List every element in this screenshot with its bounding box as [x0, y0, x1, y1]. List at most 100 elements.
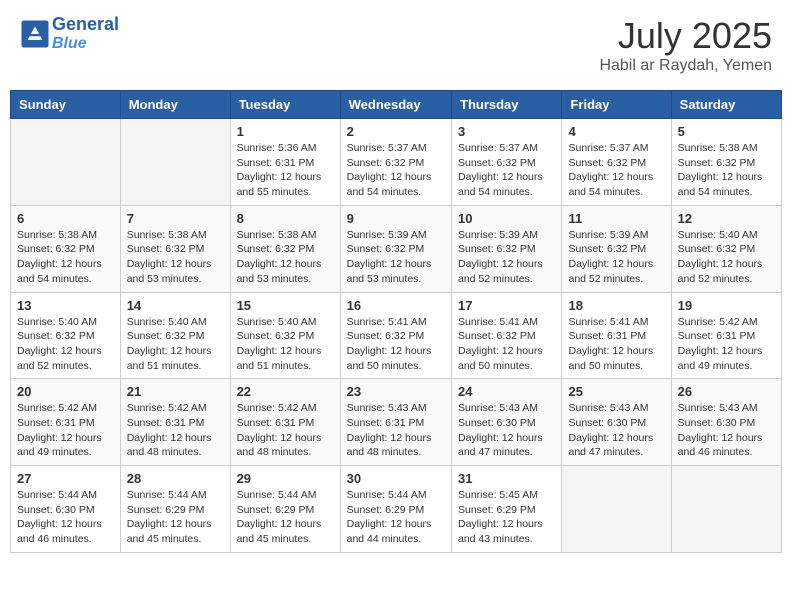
month-title: July 2025	[599, 15, 772, 57]
day-info: Sunrise: 5:42 AMSunset: 6:31 PMDaylight:…	[17, 401, 114, 460]
calendar-header-row: SundayMondayTuesdayWednesdayThursdayFrid…	[11, 91, 782, 119]
calendar-cell: 17 Sunrise: 5:41 AMSunset: 6:32 PMDayligh…	[452, 292, 562, 379]
title-area: July 2025 Habil ar Raydah, Yemen	[599, 15, 772, 75]
location: Habil ar Raydah, Yemen	[599, 57, 772, 75]
day-info: Sunrise: 5:39 AMSunset: 6:32 PMDaylight:…	[458, 228, 555, 287]
day-info: Sunrise: 5:39 AMSunset: 6:32 PMDaylight:…	[347, 228, 445, 287]
logo-line2: Blue	[52, 35, 119, 53]
day-info: Sunrise: 5:39 AMSunset: 6:32 PMDaylight:…	[568, 228, 664, 287]
day-info: Sunrise: 5:43 AMSunset: 6:30 PMDaylight:…	[568, 401, 664, 460]
calendar-cell	[671, 466, 781, 553]
day-info: Sunrise: 5:44 AMSunset: 6:29 PMDaylight:…	[127, 488, 224, 547]
day-number: 24	[458, 384, 555, 399]
day-info: Sunrise: 5:42 AMSunset: 6:31 PMDaylight:…	[127, 401, 224, 460]
calendar-cell: 4Sunrise: 5:37 AMSunset: 6:32 PMDaylight…	[562, 119, 671, 206]
calendar-cell	[11, 119, 121, 206]
calendar-cell: 29 Sunrise: 5:44 AMSunset: 6:29 PMDayligh…	[230, 466, 340, 553]
calendar-cell: 18 Sunrise: 5:41 AMSunset: 6:31 PMDayligh…	[562, 292, 671, 379]
calendar-week-row: 27 Sunrise: 5:44 AMSunset: 6:30 PMDayligh…	[11, 466, 782, 553]
day-number: 26	[678, 384, 775, 399]
calendar-cell: 10Sunrise: 5:39 AMSunset: 6:32 PMDayligh…	[452, 205, 562, 292]
calendar-cell	[562, 466, 671, 553]
day-number: 14	[127, 298, 224, 313]
day-info: Sunrise: 5:42 AMSunset: 6:31 PMDaylight:…	[678, 315, 775, 374]
day-info: Sunrise: 5:41 AMSunset: 6:32 PMDaylight:…	[458, 315, 555, 374]
day-number: 20	[17, 384, 114, 399]
day-header-sunday: Sunday	[11, 91, 121, 119]
day-number: 16	[347, 298, 445, 313]
calendar-cell: 23 Sunrise: 5:43 AMSunset: 6:31 PMDayligh…	[340, 379, 451, 466]
day-number: 6	[17, 211, 114, 226]
day-info: Sunrise: 5:43 AMSunset: 6:31 PMDaylight:…	[347, 401, 445, 460]
calendar-cell: 8Sunrise: 5:38 AMSunset: 6:32 PMDaylight…	[230, 205, 340, 292]
logo-icon	[20, 19, 50, 49]
day-info: Sunrise: 5:38 AMSunset: 6:32 PMDaylight:…	[127, 228, 224, 287]
day-number: 23	[347, 384, 445, 399]
calendar-week-row: 20 Sunrise: 5:42 AMSunset: 6:31 PMDayligh…	[11, 379, 782, 466]
day-number: 15	[237, 298, 334, 313]
calendar-cell: 7 Sunrise: 5:38 AMSunset: 6:32 PMDaylight…	[120, 205, 230, 292]
day-header-tuesday: Tuesday	[230, 91, 340, 119]
day-info: Sunrise: 5:40 AMSunset: 6:32 PMDaylight:…	[17, 315, 114, 374]
day-header-friday: Friday	[562, 91, 671, 119]
day-number: 29	[237, 471, 334, 486]
day-info: Sunrise: 5:38 AMSunset: 6:32 PMDaylight:…	[237, 228, 334, 287]
day-number: 31	[458, 471, 555, 486]
logo: General Blue	[20, 15, 119, 52]
calendar-cell: 25 Sunrise: 5:43 AMSunset: 6:30 PMDayligh…	[562, 379, 671, 466]
day-info: Sunrise: 5:44 AMSunset: 6:30 PMDaylight:…	[17, 488, 114, 547]
calendar-cell: 12 Sunrise: 5:40 AMSunset: 6:32 PMDayligh…	[671, 205, 781, 292]
day-info: Sunrise: 5:38 AMSunset: 6:32 PMDaylight:…	[678, 141, 775, 200]
day-number: 12	[678, 211, 775, 226]
calendar-cell: 1Sunrise: 5:36 AMSunset: 6:31 PMDaylight…	[230, 119, 340, 206]
calendar-week-row: 13 Sunrise: 5:40 AMSunset: 6:32 PMDayligh…	[11, 292, 782, 379]
day-number: 2	[347, 124, 445, 139]
calendar-cell: 31 Sunrise: 5:45 AMSunset: 6:29 PMDayligh…	[452, 466, 562, 553]
logo-text: General Blue	[52, 15, 119, 52]
calendar-cell: 11Sunrise: 5:39 AMSunset: 6:32 PMDayligh…	[562, 205, 671, 292]
day-number: 13	[17, 298, 114, 313]
calendar-cell: 24 Sunrise: 5:43 AMSunset: 6:30 PMDayligh…	[452, 379, 562, 466]
day-info: Sunrise: 5:45 AMSunset: 6:29 PMDaylight:…	[458, 488, 555, 547]
calendar-table: SundayMondayTuesdayWednesdayThursdayFrid…	[10, 90, 782, 553]
day-info: Sunrise: 5:41 AMSunset: 6:31 PMDaylight:…	[568, 315, 664, 374]
calendar-cell: 3Sunrise: 5:37 AMSunset: 6:32 PMDaylight…	[452, 119, 562, 206]
day-number: 28	[127, 471, 224, 486]
calendar-cell: 21 Sunrise: 5:42 AMSunset: 6:31 PMDayligh…	[120, 379, 230, 466]
day-number: 27	[17, 471, 114, 486]
calendar-cell: 5 Sunrise: 5:38 AMSunset: 6:32 PMDaylight…	[671, 119, 781, 206]
day-number: 19	[678, 298, 775, 313]
calendar-week-row: 6 Sunrise: 5:38 AMSunset: 6:32 PMDaylight…	[11, 205, 782, 292]
day-header-thursday: Thursday	[452, 91, 562, 119]
day-number: 17	[458, 298, 555, 313]
page-header: General Blue July 2025 Habil ar Raydah, …	[10, 10, 782, 80]
day-info: Sunrise: 5:40 AMSunset: 6:32 PMDaylight:…	[678, 228, 775, 287]
day-number: 18	[568, 298, 664, 313]
day-number: 25	[568, 384, 664, 399]
day-header-wednesday: Wednesday	[340, 91, 451, 119]
day-info: Sunrise: 5:40 AMSunset: 6:32 PMDaylight:…	[237, 315, 334, 374]
calendar-cell	[120, 119, 230, 206]
day-info: Sunrise: 5:37 AMSunset: 6:32 PMDaylight:…	[458, 141, 555, 200]
day-header-monday: Monday	[120, 91, 230, 119]
logo-line1: General	[52, 14, 119, 34]
day-info: Sunrise: 5:38 AMSunset: 6:32 PMDaylight:…	[17, 228, 114, 287]
calendar-cell: 9Sunrise: 5:39 AMSunset: 6:32 PMDaylight…	[340, 205, 451, 292]
day-info: Sunrise: 5:44 AMSunset: 6:29 PMDaylight:…	[237, 488, 334, 547]
day-number: 4	[568, 124, 664, 139]
calendar-cell: 13 Sunrise: 5:40 AMSunset: 6:32 PMDayligh…	[11, 292, 121, 379]
calendar-cell: 30Sunrise: 5:44 AMSunset: 6:29 PMDayligh…	[340, 466, 451, 553]
calendar-cell: 14 Sunrise: 5:40 AMSunset: 6:32 PMDayligh…	[120, 292, 230, 379]
day-number: 5	[678, 124, 775, 139]
calendar-cell: 22Sunrise: 5:42 AMSunset: 6:31 PMDayligh…	[230, 379, 340, 466]
calendar-cell: 6 Sunrise: 5:38 AMSunset: 6:32 PMDaylight…	[11, 205, 121, 292]
day-info: Sunrise: 5:43 AMSunset: 6:30 PMDaylight:…	[458, 401, 555, 460]
calendar-cell: 27 Sunrise: 5:44 AMSunset: 6:30 PMDayligh…	[11, 466, 121, 553]
day-info: Sunrise: 5:40 AMSunset: 6:32 PMDaylight:…	[127, 315, 224, 374]
day-number: 7	[127, 211, 224, 226]
day-number: 21	[127, 384, 224, 399]
calendar-cell: 19 Sunrise: 5:42 AMSunset: 6:31 PMDayligh…	[671, 292, 781, 379]
calendar-cell: 20 Sunrise: 5:42 AMSunset: 6:31 PMDayligh…	[11, 379, 121, 466]
day-number: 30	[347, 471, 445, 486]
day-info: Sunrise: 5:36 AMSunset: 6:31 PMDaylight:…	[237, 141, 334, 200]
